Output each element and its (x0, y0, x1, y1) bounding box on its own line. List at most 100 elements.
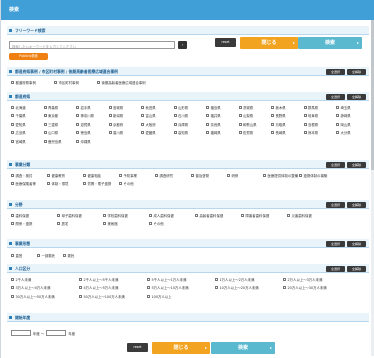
checkbox[interactable] (191, 173, 194, 177)
checkbox[interactable] (79, 277, 82, 281)
prefecture-option[interactable]: 群馬県 (303, 104, 318, 110)
checkbox[interactable] (11, 222, 14, 225)
select-all-button[interactable]: 全選択 (326, 161, 345, 168)
checkbox[interactable] (43, 139, 47, 143)
field-option[interactable]: 母子歯科保健 (57, 212, 82, 218)
prefecture-option[interactable]: 大分県 (336, 130, 351, 136)
clear-all-button[interactable]: 全解除 (347, 68, 366, 75)
checkbox[interactable] (147, 294, 150, 298)
prefecture-option[interactable]: 北海道 (11, 104, 26, 110)
checkbox[interactable] (97, 80, 100, 84)
checkbox[interactable] (11, 253, 14, 257)
checkbox[interactable] (173, 105, 177, 109)
field-option[interactable]: その他 (149, 221, 164, 227)
checkbox[interactable] (11, 114, 14, 117)
checkbox[interactable] (108, 122, 112, 126)
checkbox[interactable] (43, 122, 47, 126)
checkbox[interactable] (57, 222, 60, 225)
checkbox[interactable] (43, 105, 47, 109)
close-button-bottom[interactable]: 閉じる ▸ (152, 342, 210, 354)
checkbox[interactable] (76, 114, 79, 117)
checkbox[interactable] (11, 80, 14, 84)
prefecture-option[interactable]: 東京都 (43, 113, 58, 119)
checkbox[interactable] (108, 131, 112, 134)
category-option[interactable]: 調査・検討 (11, 172, 32, 178)
prefecture-option[interactable]: 山形県 (173, 104, 188, 110)
checkbox[interactable] (149, 222, 152, 225)
type-option[interactable]: 市区町村事例 (54, 79, 79, 85)
checkbox[interactable] (195, 213, 198, 217)
field-option[interactable]: 成人歯科保健 (149, 212, 174, 218)
select-all-button[interactable]: 全選択 (326, 68, 345, 75)
status-option[interactable]: 委託 (63, 252, 74, 258)
status-option[interactable]: 一部委託 (37, 252, 55, 258)
prefecture-option[interactable]: 秋田県 (141, 104, 156, 110)
type-option[interactable]: 都道府県事例 (11, 79, 36, 85)
prefecture-option[interactable]: 愛媛県 (141, 130, 156, 136)
type-option[interactable]: 後期高齢者医療広域連合事例 (97, 79, 146, 85)
checkbox[interactable] (43, 131, 47, 134)
category-option[interactable]: 連携体制の構築 (299, 172, 327, 178)
checkbox[interactable] (108, 114, 112, 117)
prefecture-option[interactable]: 鳥取県 (271, 121, 286, 127)
prefecture-option[interactable]: 長崎県 (271, 130, 286, 136)
select-all-button[interactable]: 全選択 (326, 240, 345, 247)
prefecture-option[interactable]: 京都府 (108, 121, 123, 127)
prefecture-option[interactable]: 広島県 (11, 130, 26, 136)
checkbox[interactable] (303, 122, 307, 126)
population-option[interactable]: 50万人以上〜100万人未満 (79, 293, 125, 299)
checkbox[interactable] (47, 173, 50, 177)
checkbox[interactable] (11, 131, 14, 134)
checkbox[interactable] (43, 114, 47, 117)
checkbox[interactable] (11, 294, 14, 298)
field-option[interactable]: 学校歯科保健 (103, 212, 128, 218)
category-option[interactable]: 医療提供体制の整備 (263, 172, 298, 178)
prefecture-option[interactable]: 滋賀県 (76, 121, 91, 127)
select-all-button[interactable]: 全選択 (326, 93, 345, 100)
checkbox[interactable] (303, 131, 307, 134)
prefecture-option[interactable]: 沖縄県 (76, 138, 91, 144)
population-option[interactable]: 5万人以上〜10万人未満 (147, 285, 189, 291)
prefecture-option[interactable]: 島根県 (303, 121, 318, 127)
prefecture-option[interactable]: 愛知県 (11, 121, 26, 127)
checkbox[interactable] (271, 114, 274, 117)
category-option[interactable]: 質問・電子連携 (83, 181, 111, 187)
prefecture-option[interactable]: 静岡県 (336, 113, 351, 119)
prefecture-option[interactable]: 茨城県 (238, 104, 253, 110)
prefecture-option[interactable]: 鹿児島県 (43, 138, 62, 144)
checkbox[interactable] (47, 182, 50, 185)
checkbox[interactable] (299, 173, 302, 177)
category-option[interactable]: 体制・環境 (47, 181, 68, 187)
prefecture-option[interactable]: 千葉県 (11, 113, 26, 119)
prefecture-option[interactable]: 福岡県 (206, 130, 221, 136)
checkbox[interactable] (206, 122, 209, 126)
population-option[interactable]: 3万人以上〜4万人未満 (11, 285, 50, 291)
checkbox[interactable] (241, 213, 244, 217)
prefecture-option[interactable]: 山梨県 (238, 113, 253, 119)
checkbox[interactable] (103, 222, 106, 225)
prefecture-option[interactable]: 兵庫県 (173, 121, 188, 127)
checkbox[interactable] (79, 286, 82, 289)
checkbox[interactable] (227, 173, 230, 177)
checkbox[interactable] (141, 114, 144, 117)
category-option[interactable]: 健康教育 (47, 172, 65, 178)
select-all-button[interactable]: 全選択 (326, 265, 345, 272)
clear-all-button[interactable]: 全解除 (347, 265, 366, 272)
checkbox[interactable] (103, 213, 106, 217)
checkbox[interactable] (271, 105, 274, 109)
checkbox[interactable] (11, 139, 14, 143)
checkbox[interactable] (119, 173, 122, 177)
checkbox[interactable] (83, 182, 86, 185)
checkbox[interactable] (287, 213, 290, 217)
population-option[interactable]: 1万人以上〜2万人未満 (215, 276, 254, 282)
checkbox[interactable] (173, 114, 177, 117)
category-option[interactable]: 普及啓発 (191, 172, 209, 178)
checkbox[interactable] (83, 173, 86, 177)
checkbox[interactable] (215, 286, 218, 289)
population-option[interactable]: 100万人以上 (147, 293, 172, 299)
field-option[interactable]: 障害者歯科保健 (241, 212, 269, 218)
checkbox[interactable] (238, 122, 242, 126)
reset-button-bottom[interactable]: reset (127, 343, 148, 352)
checkbox[interactable] (119, 182, 122, 185)
checkbox[interactable] (54, 80, 57, 84)
